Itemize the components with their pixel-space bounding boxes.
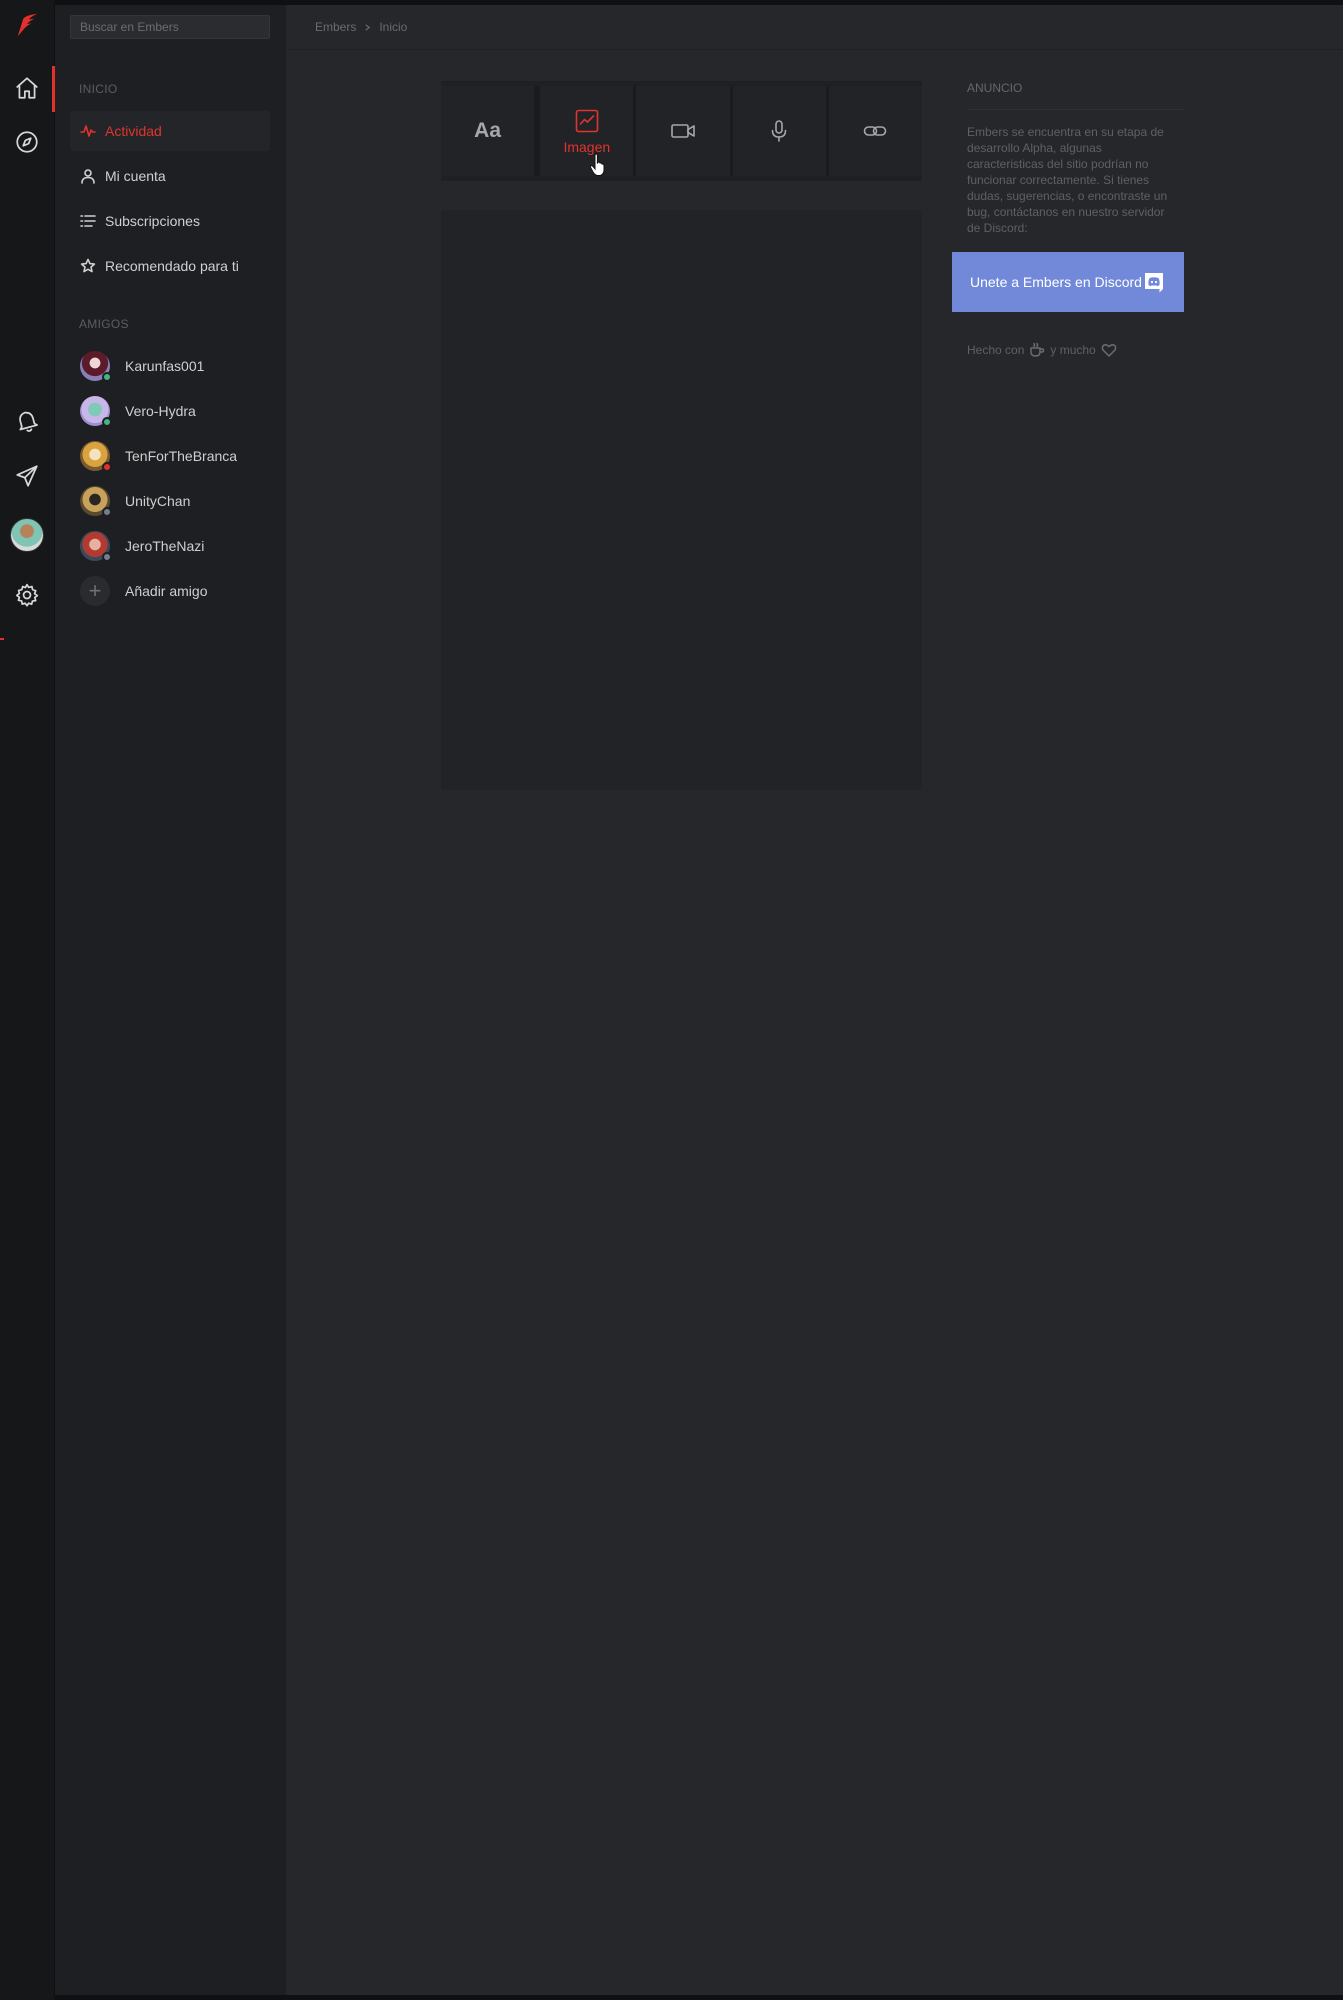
- discord-button-label: Unete a Embers en Discord: [970, 274, 1142, 290]
- feed-area: [441, 210, 922, 790]
- status-busy-dot: [102, 462, 112, 472]
- friend-item[interactable]: Karunfas001: [70, 346, 270, 386]
- add-friend-button[interactable]: + Añadir amigo: [70, 571, 270, 611]
- star-icon: [80, 258, 96, 273]
- friend-item[interactable]: Vero-Hydra: [70, 391, 270, 431]
- friend-avatar: [80, 396, 112, 427]
- breadcrumb-current: Inicio: [379, 20, 408, 34]
- gear-icon: [15, 583, 39, 607]
- video-post-button[interactable]: [636, 86, 733, 176]
- embers-logo-icon: [17, 13, 38, 37]
- friend-item[interactable]: UnityChan: [70, 481, 270, 521]
- coffee-icon: [1030, 342, 1045, 357]
- sidebar: INICIO Actividad Mi cuenta Subscripcione…: [55, 5, 286, 1995]
- heart-icon: [1101, 344, 1117, 357]
- friend-name: TenForTheBranca: [125, 448, 238, 464]
- made-with-footer: Hecho con y mucho: [967, 342, 1169, 358]
- section-title-amigos: AMIGOS: [79, 317, 129, 331]
- text-post-label: Aa: [474, 119, 502, 142]
- friend-item[interactable]: TenForTheBranca: [70, 436, 270, 476]
- friend-name: JeroTheNazi: [125, 538, 205, 554]
- plus-icon: +: [80, 576, 110, 606]
- embers-logo[interactable]: [7, 6, 47, 46]
- sidebar-item-recomendado[interactable]: Recomendado para ti: [70, 246, 270, 286]
- post-composer: Aa Imagen: [441, 81, 923, 181]
- breadcrumb-root-link[interactable]: Embers: [315, 20, 356, 34]
- sidebar-item-label: Subscripciones: [105, 213, 200, 229]
- search-input[interactable]: [70, 15, 270, 39]
- friend-name: UnityChan: [125, 493, 191, 509]
- list-icon: [80, 215, 96, 227]
- image-icon: [575, 109, 599, 132]
- friend-item[interactable]: JeroTheNazi: [70, 526, 270, 566]
- status-offline-dot: [102, 552, 112, 562]
- sidebar-item-actividad[interactable]: Actividad: [70, 111, 270, 151]
- send-icon: [16, 465, 38, 487]
- breadcrumb: Embers Inicio: [315, 20, 407, 34]
- friend-avatar: [80, 486, 112, 517]
- home-icon: [16, 77, 38, 99]
- main-content: Embers Inicio Aa Imagen ANUNCIO Embers s…: [286, 5, 1343, 1995]
- section-title-inicio: INICIO: [79, 82, 118, 96]
- footer-prefix: Hecho con: [967, 343, 1025, 357]
- chevron-right-icon: [365, 23, 371, 31]
- announcement-text: Embers se encuentra en su etapa de desar…: [967, 125, 1168, 235]
- footer-middle: y mucho: [1050, 343, 1096, 357]
- image-post-button[interactable]: Imagen: [537, 86, 637, 176]
- bell-icon: [19, 411, 38, 432]
- friend-name: Vero-Hydra: [125, 403, 196, 419]
- link-icon: [864, 126, 887, 136]
- settings-button[interactable]: [7, 575, 47, 615]
- sidebar-item-label: Mi cuenta: [105, 168, 166, 184]
- home-button[interactable]: [7, 68, 47, 108]
- hand-cursor-icon: [589, 153, 605, 176]
- friend-name: Karunfas001: [125, 358, 205, 374]
- explore-button[interactable]: [7, 122, 47, 162]
- activity-icon: [80, 125, 96, 137]
- text-post-button[interactable]: Aa: [441, 86, 538, 176]
- friend-avatar: [80, 441, 112, 472]
- header-divider: [286, 49, 1343, 50]
- rail-red-mark: [0, 638, 4, 640]
- announcement-title: ANUNCIO: [967, 81, 1184, 110]
- sidebar-item-label: Actividad: [105, 123, 162, 139]
- status-online-dot: [102, 372, 112, 382]
- announcement-panel: ANUNCIO Embers se encuentra en su etapa …: [952, 81, 1184, 358]
- user-icon: [81, 169, 95, 184]
- sidebar-item-mi-cuenta[interactable]: Mi cuenta: [70, 156, 270, 196]
- discord-icon: [1145, 273, 1163, 293]
- add-friend-label: Añadir amigo: [125, 583, 208, 599]
- discord-join-button[interactable]: Unete a Embers en Discord: [952, 252, 1184, 312]
- microphone-icon: [771, 120, 787, 142]
- video-camera-icon: [671, 124, 695, 138]
- link-post-button[interactable]: [828, 86, 923, 176]
- sidebar-item-label: Recomendado para ti: [105, 258, 239, 274]
- profile-button[interactable]: [7, 515, 47, 555]
- user-avatar: [10, 518, 44, 552]
- notifications-button[interactable]: [7, 401, 47, 441]
- status-online-dot: [102, 417, 112, 427]
- status-offline-dot: [102, 507, 112, 517]
- friend-avatar: [80, 531, 112, 562]
- icon-rail: [0, 0, 55, 2000]
- friend-avatar: [80, 351, 112, 382]
- compass-icon: [16, 131, 38, 153]
- audio-post-button[interactable]: [732, 86, 829, 176]
- sidebar-item-subscripciones[interactable]: Subscripciones: [70, 201, 270, 241]
- messages-button[interactable]: [7, 456, 47, 496]
